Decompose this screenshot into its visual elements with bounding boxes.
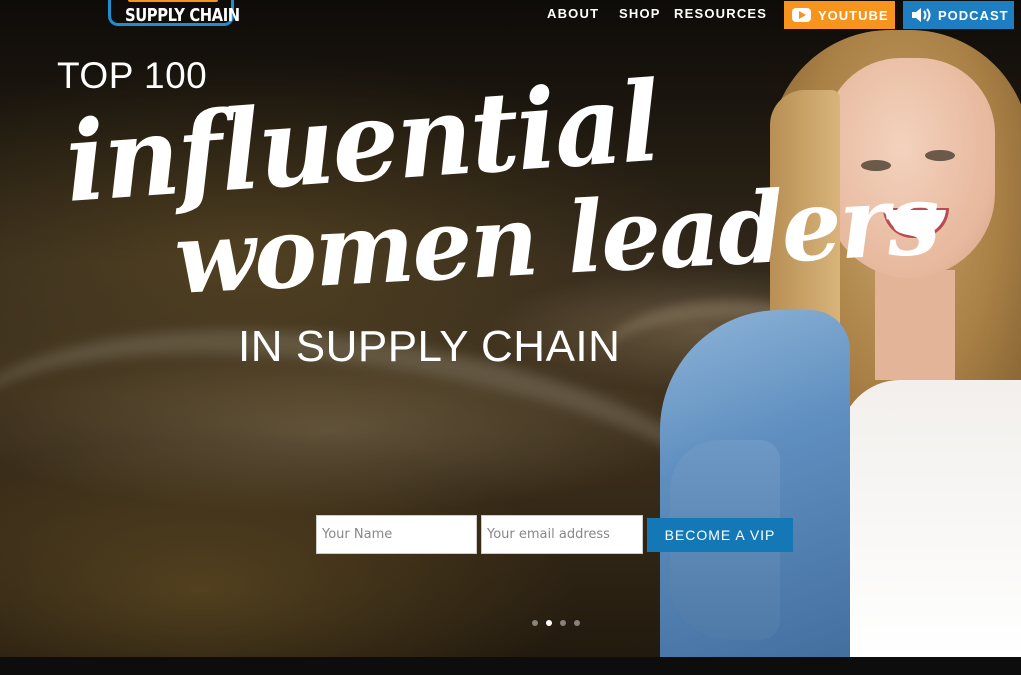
- podcast-label: PODCAST: [938, 7, 1009, 23]
- nav-about[interactable]: ABOUT: [547, 6, 599, 21]
- hero-photo-woman: [660, 20, 1021, 657]
- nav-shop[interactable]: SHOP: [619, 6, 661, 21]
- slider-dot-4[interactable]: [574, 620, 580, 626]
- become-vip-button[interactable]: BECOME A VIP: [647, 518, 793, 552]
- youtube-label: YOUTUBE: [818, 7, 889, 23]
- logo-text[interactable]: SUPPLY CHAIN: [125, 5, 240, 26]
- slider-dot-2[interactable]: [546, 620, 552, 626]
- podcast-button[interactable]: PODCAST: [903, 1, 1014, 29]
- email-input[interactable]: Your email address: [481, 515, 643, 554]
- youtube-button[interactable]: YOUTUBE: [784, 1, 895, 29]
- footer-bar: [0, 657, 1021, 675]
- nav-resources[interactable]: RESOURCES: [674, 6, 767, 21]
- slider-dots: [532, 620, 580, 626]
- hero-subtitle: IN SUPPLY CHAIN: [238, 322, 621, 371]
- name-input[interactable]: Your Name: [316, 515, 477, 554]
- slider-dot-1[interactable]: [532, 620, 538, 626]
- speaker-icon: [912, 8, 931, 22]
- youtube-icon: [792, 8, 811, 22]
- slider-dot-3[interactable]: [560, 620, 566, 626]
